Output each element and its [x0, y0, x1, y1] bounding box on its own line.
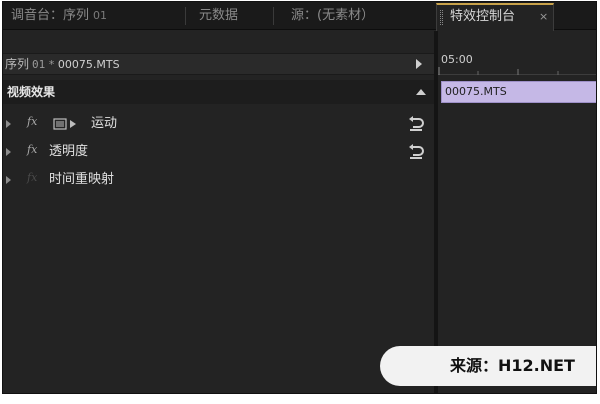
expand-triangle-icon[interactable] [6, 148, 11, 156]
effect-time-remapping-label: 时间重映射 [49, 172, 115, 187]
tab-separator [185, 7, 186, 25]
fx-toggle-icon[interactable]: fx [27, 115, 37, 128]
expand-triangle-icon[interactable] [6, 120, 11, 128]
time-ruler-ticks [438, 67, 596, 75]
tab-bar: 调音台：序列 01 元数据 源：(无素材） 特效控制台 × [3, 2, 596, 31]
sequence-label: 序列 [5, 57, 30, 71]
tab-metadata[interactable]: 元数据 [199, 2, 238, 30]
time-ruler[interactable]: 05:00 [438, 53, 596, 75]
timeline-clip[interactable]: 00075.MTS [441, 81, 596, 103]
sequence-separator: * [48, 58, 55, 71]
sequence-clip-header: 序列 01 * 00075.MTS [3, 53, 434, 75]
sequence-clip-label: 序列 01 * 00075.MTS [5, 54, 120, 75]
close-icon[interactable]: × [539, 5, 548, 29]
timeline-clip-label: 00075.MTS [445, 85, 507, 98]
sequence-number: 01 [32, 58, 46, 71]
effect-controls-panel: 调音台：序列 01 元数据 源：(无素材） 特效控制台 × 序列 01 * 00075.… [2, 1, 597, 394]
tab-source[interactable]: 源：(无素材） [291, 2, 374, 30]
window-frame: 调音台：序列 01 元数据 源：(无素材） 特效控制台 × 序列 01 * 00075.… [0, 0, 600, 404]
show-timeline-toggle-icon[interactable] [416, 59, 422, 69]
effect-row-time-remapping[interactable]: fx 时间重映射 [3, 167, 434, 193]
video-effects-label: 视频效果 [7, 85, 56, 99]
fx-toggle-icon[interactable]: fx [27, 143, 37, 156]
fx-toggle-icon[interactable]: fx [27, 171, 37, 184]
watermark-text: 来源：H12.NET [450, 356, 575, 375]
sequence-clip-name: 00075.MTS [57, 58, 120, 71]
motion-transform-icon[interactable] [53, 118, 79, 130]
tab-source-label: 源：(无素材） [291, 8, 375, 23]
video-effects-header: 视频效果 [3, 80, 434, 104]
tab-effect-controls[interactable]: 特效控制台 × [436, 3, 554, 31]
timeline-pane: 05:00 00075.MTS [438, 31, 596, 393]
effect-motion-label: 运动 [91, 116, 118, 131]
reset-icon[interactable] [408, 116, 424, 132]
tab-audio-mixer-label: 调音台：序列 [11, 8, 90, 23]
tab-audio-mixer[interactable]: 调音台：序列 01 [11, 2, 107, 30]
watermark-badge: 来源：H12.NET [380, 346, 596, 386]
effect-row-motion[interactable]: fx 运动 [3, 111, 434, 137]
effect-row-opacity[interactable]: fx 透明度 [3, 139, 434, 165]
time-ruler-label: 05:00 [441, 53, 473, 66]
tab-effect-controls-label: 特效控制台 [450, 9, 516, 24]
drag-grip-icon[interactable] [440, 10, 443, 25]
tab-audio-mixer-suffix: 01 [93, 9, 108, 22]
collapse-up-icon[interactable] [416, 89, 426, 95]
expand-triangle-icon[interactable] [6, 176, 11, 184]
tab-separator [273, 7, 274, 25]
effect-list-pane: 序列 01 * 00075.MTS 视频效果 fx 运动 fx 透明度 fx 时… [3, 31, 434, 393]
effect-opacity-label: 透明度 [49, 144, 89, 159]
tab-metadata-label: 元数据 [199, 8, 239, 23]
reset-icon[interactable] [408, 144, 424, 160]
